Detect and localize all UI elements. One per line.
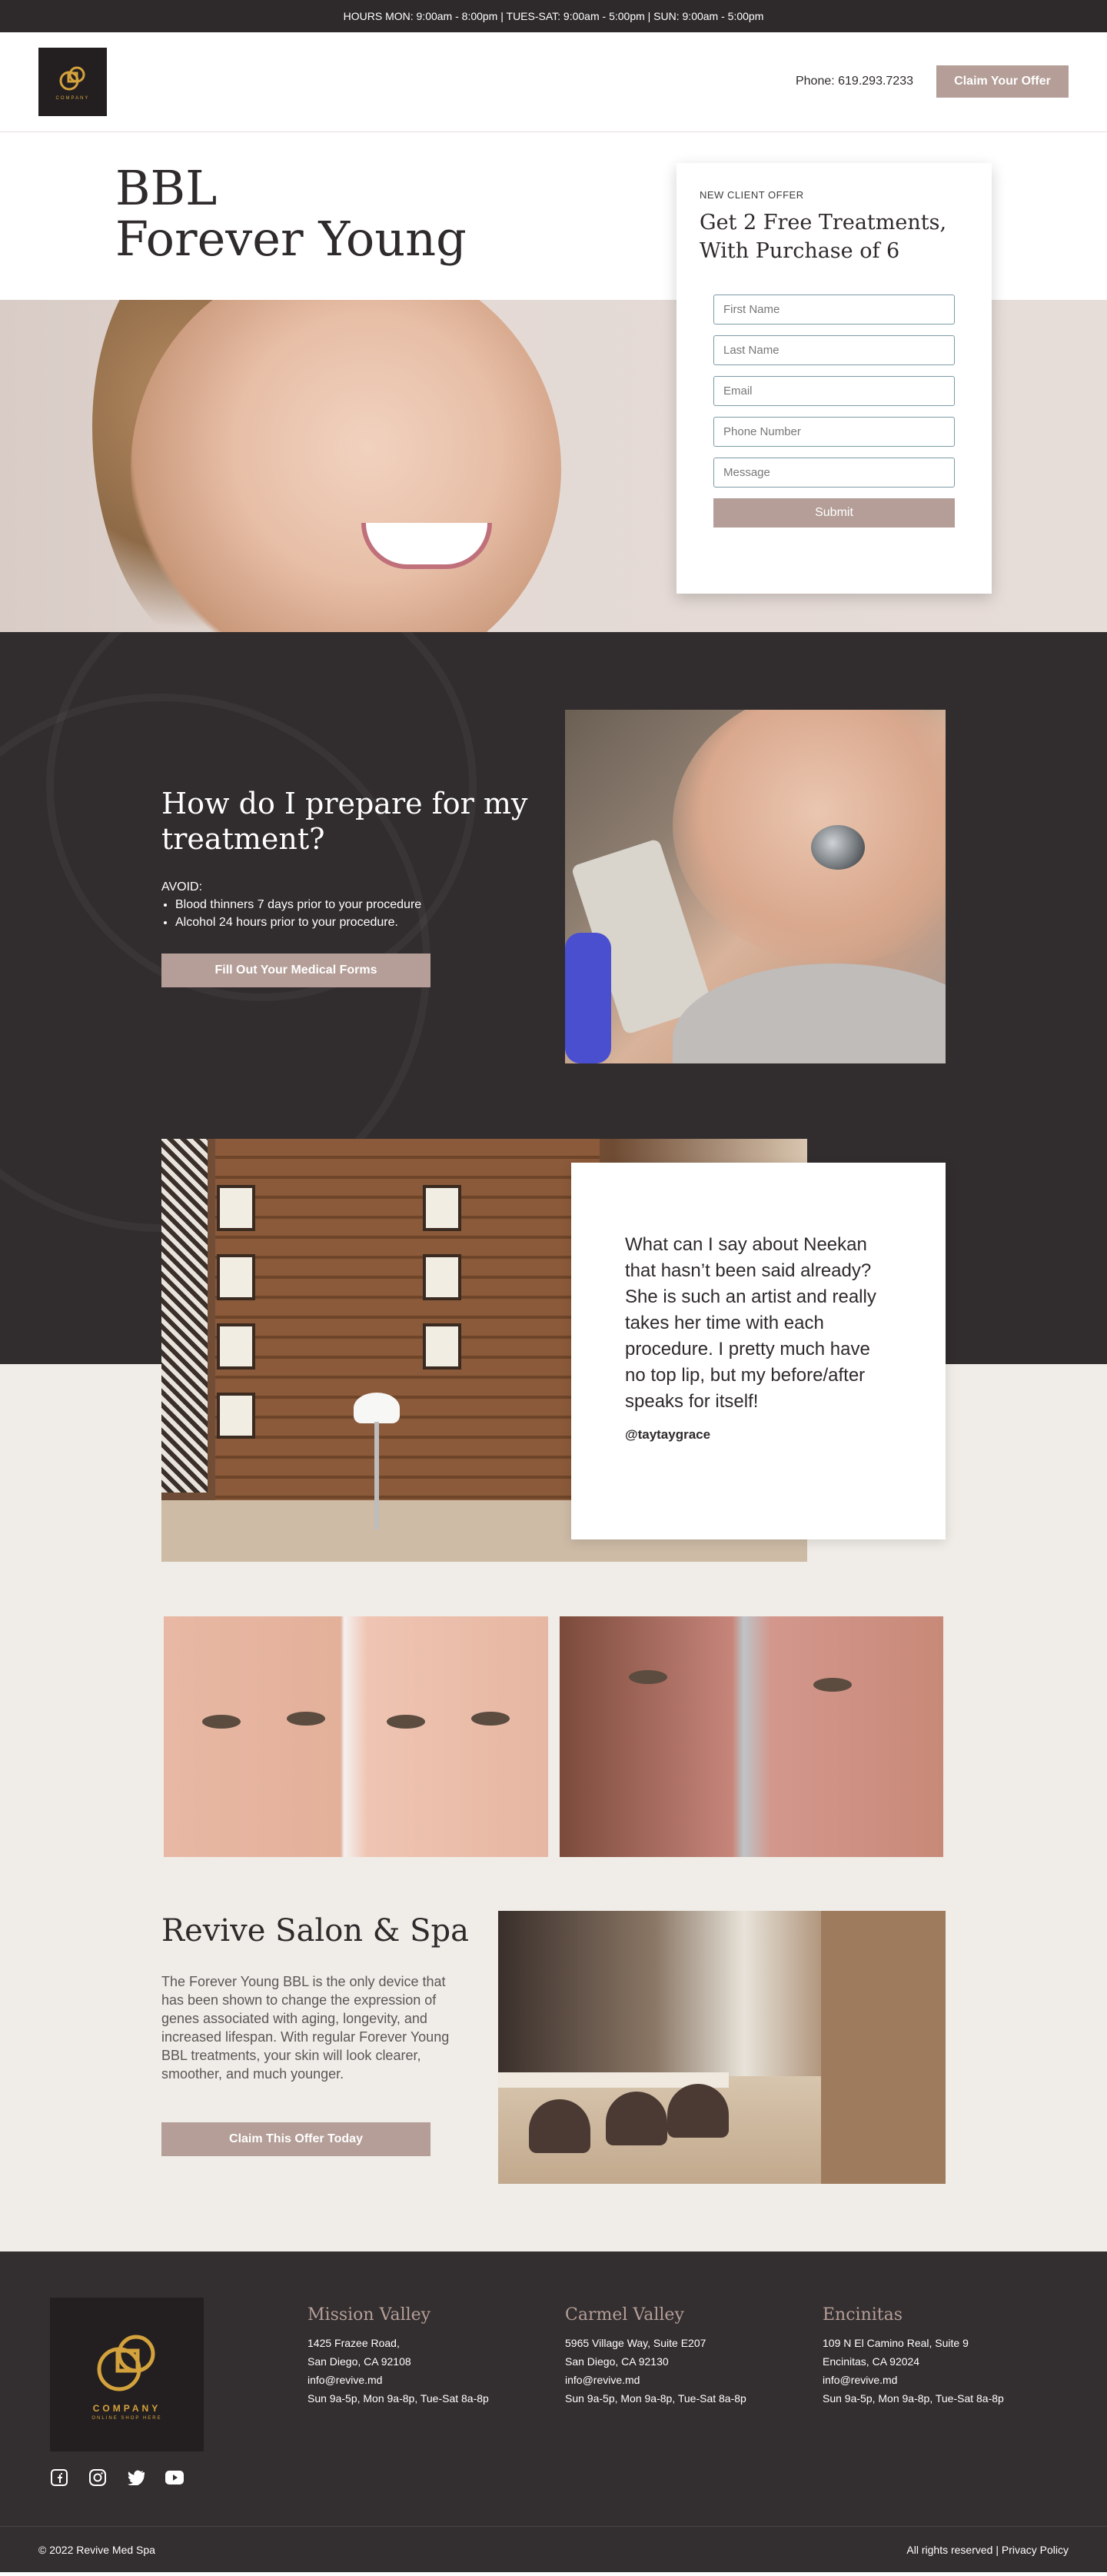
first-name-field[interactable] xyxy=(713,295,955,324)
eye-shape xyxy=(813,1678,852,1692)
chair-shape xyxy=(529,2099,590,2153)
location-carmel-valley: Carmel Valley 5965 Village Way, Suite E2… xyxy=(565,2305,796,2408)
chair-shape xyxy=(667,2084,729,2138)
offer-form: Submit xyxy=(700,295,969,528)
location-address-1: 109 N El Camino Real, Suite 9 xyxy=(823,2337,969,2349)
submit-button[interactable]: Submit xyxy=(713,498,955,528)
last-name-field[interactable] xyxy=(713,335,955,365)
salon-interior-image xyxy=(498,1911,946,2184)
cabinet xyxy=(821,1911,946,2184)
footer-logo[interactable]: COMPANY ONLINE SHOP HERE xyxy=(50,2298,204,2451)
eye-shape xyxy=(471,1712,510,1726)
copyright: © 2022 Revive Med Spa xyxy=(38,2543,155,2556)
footer-bottom-bar: © 2022 Revive Med Spa All rights reserve… xyxy=(0,2526,1107,2572)
interlocking-rings-logo-icon xyxy=(97,2335,155,2391)
revive-title: Revive Salon & Spa xyxy=(161,1913,469,1949)
shelf-niche xyxy=(423,1254,461,1300)
prepare-title: How do I prepare for my treatment? xyxy=(161,787,528,856)
location-email[interactable]: info@revive.md xyxy=(308,2371,538,2389)
eye-shape xyxy=(629,1670,667,1684)
claim-offer-button[interactable]: Claim Your Offer xyxy=(936,65,1069,98)
instagram-icon[interactable] xyxy=(88,2468,107,2487)
testimonial-card: What can I say about Neekan that hasn’t … xyxy=(571,1163,946,1539)
hours-bar: HOURS MON: 9:00am - 8:00pm | TUES-SAT: 9… xyxy=(0,0,1107,32)
footer-logo-sub: ONLINE SHOP HERE xyxy=(91,2415,162,2421)
title-line-1: BBL xyxy=(115,160,218,216)
leopard-panel xyxy=(161,1139,208,1493)
shelf-niche xyxy=(217,1323,255,1370)
footer-logo-label: COMPANY xyxy=(92,2402,161,2414)
face-shape xyxy=(673,710,946,964)
site-header: COMPANY Phone: 619.293.7233 Claim Your O… xyxy=(0,32,1107,132)
treatment-image xyxy=(565,710,946,1063)
phone-number[interactable]: Phone: 619.293.7233 xyxy=(796,75,913,88)
location-hours: Sun 9a-5p, Mon 9a-8p, Tue-Sat 8a-8p xyxy=(565,2392,746,2405)
location-name: Carmel Valley xyxy=(565,2305,684,2325)
location-hours: Sun 9a-5p, Mon 9a-8p, Tue-Sat 8a-8p xyxy=(308,2392,489,2405)
location-address-1: 5965 Village Way, Suite E207 xyxy=(565,2337,706,2349)
message-field[interactable] xyxy=(713,458,955,488)
location-name: Mission Valley xyxy=(308,2305,431,2325)
phone-field[interactable] xyxy=(713,417,955,447)
eye-shape xyxy=(287,1712,325,1726)
header-actions: Phone: 619.293.7233 Claim Your Offer xyxy=(796,65,1069,98)
offer-eyebrow: NEW CLIENT OFFER xyxy=(700,189,804,201)
face-shape xyxy=(131,300,561,632)
logo-label: COMPANY xyxy=(55,95,90,101)
avoid-item: Alcohol 24 hours prior to your procedure… xyxy=(175,914,421,931)
location-address-2: San Diego, CA 92108 xyxy=(308,2355,411,2368)
medical-forms-button[interactable]: Fill Out Your Medical Forms xyxy=(161,954,430,987)
company-logo[interactable]: COMPANY xyxy=(38,48,107,116)
rights-links[interactable]: All rights reserved | Privacy Policy xyxy=(906,2544,1069,2556)
shelf-niche xyxy=(217,1254,255,1300)
hours-text: HOURS MON: 9:00am - 8:00pm | TUES-SAT: 9… xyxy=(343,10,764,22)
stool-leg xyxy=(374,1422,379,1529)
location-address-1: 1425 Frazee Road, xyxy=(308,2337,400,2349)
social-links xyxy=(50,2468,184,2487)
before-after-image-2 xyxy=(560,1616,943,1857)
avoid-label: AVOID: xyxy=(161,880,203,894)
shelf-niche xyxy=(217,1185,255,1231)
eye-shape xyxy=(387,1715,425,1729)
chair-shape xyxy=(606,2092,667,2145)
eye-shape xyxy=(202,1715,241,1729)
location-hours: Sun 9a-5p, Mon 9a-8p, Tue-Sat 8a-8p xyxy=(823,2392,1004,2405)
location-email[interactable]: info@revive.md xyxy=(565,2371,796,2389)
testimonial-handle[interactable]: @taytaygrace xyxy=(625,1427,892,1443)
offer-card: NEW CLIENT OFFER Get 2 Free Treatments, … xyxy=(676,163,992,594)
wood-wall xyxy=(215,1139,600,1508)
before-after-image-1 xyxy=(164,1616,548,1857)
page-title: BBL Forever Young xyxy=(115,163,467,265)
glove-shape xyxy=(565,933,611,1063)
shelf-niche xyxy=(217,1393,255,1439)
location-name: Encinitas xyxy=(823,2305,903,2325)
location-address-2: Encinitas, CA 92024 xyxy=(823,2355,920,2368)
youtube-icon[interactable] xyxy=(165,2468,184,2487)
revive-body: The Forever Young BBL is the only device… xyxy=(161,1974,450,2082)
goggle-shape xyxy=(811,825,865,870)
email-field[interactable] xyxy=(713,376,955,406)
interlocking-rings-logo-icon xyxy=(59,66,85,90)
testimonial-quote: What can I say about Neekan that hasn’t … xyxy=(625,1234,876,1412)
location-mission-valley: Mission Valley 1425 Frazee Road, San Die… xyxy=(308,2305,538,2408)
shelf-niche xyxy=(423,1323,461,1370)
location-encinitas: Encinitas 109 N El Camino Real, Suite 9 … xyxy=(823,2305,1053,2408)
stool-seat xyxy=(354,1393,400,1423)
shelf-niche xyxy=(423,1185,461,1231)
site-footer: COMPANY ONLINE SHOP HERE Mission Valley … xyxy=(0,2252,1107,2572)
location-email[interactable]: info@revive.md xyxy=(823,2371,1053,2389)
towel-shape xyxy=(673,964,946,1063)
offer-headline: Get 2 Free Treatments, With Purchase of … xyxy=(700,211,947,263)
facebook-icon[interactable] xyxy=(50,2468,68,2487)
avoid-item: Blood thinners 7 days prior to your proc… xyxy=(175,896,421,914)
twitter-icon[interactable] xyxy=(127,2468,145,2487)
title-line-2: Forever Young xyxy=(115,211,467,267)
hero-section: BBL Forever Young NEW CLIENT OFFER Get 2… xyxy=(0,132,1107,632)
location-address-2: San Diego, CA 92130 xyxy=(565,2355,669,2368)
claim-offer-today-button[interactable]: Claim This Offer Today xyxy=(161,2122,430,2156)
avoid-list: AVOID: Blood thinners 7 days prior to yo… xyxy=(161,878,421,931)
